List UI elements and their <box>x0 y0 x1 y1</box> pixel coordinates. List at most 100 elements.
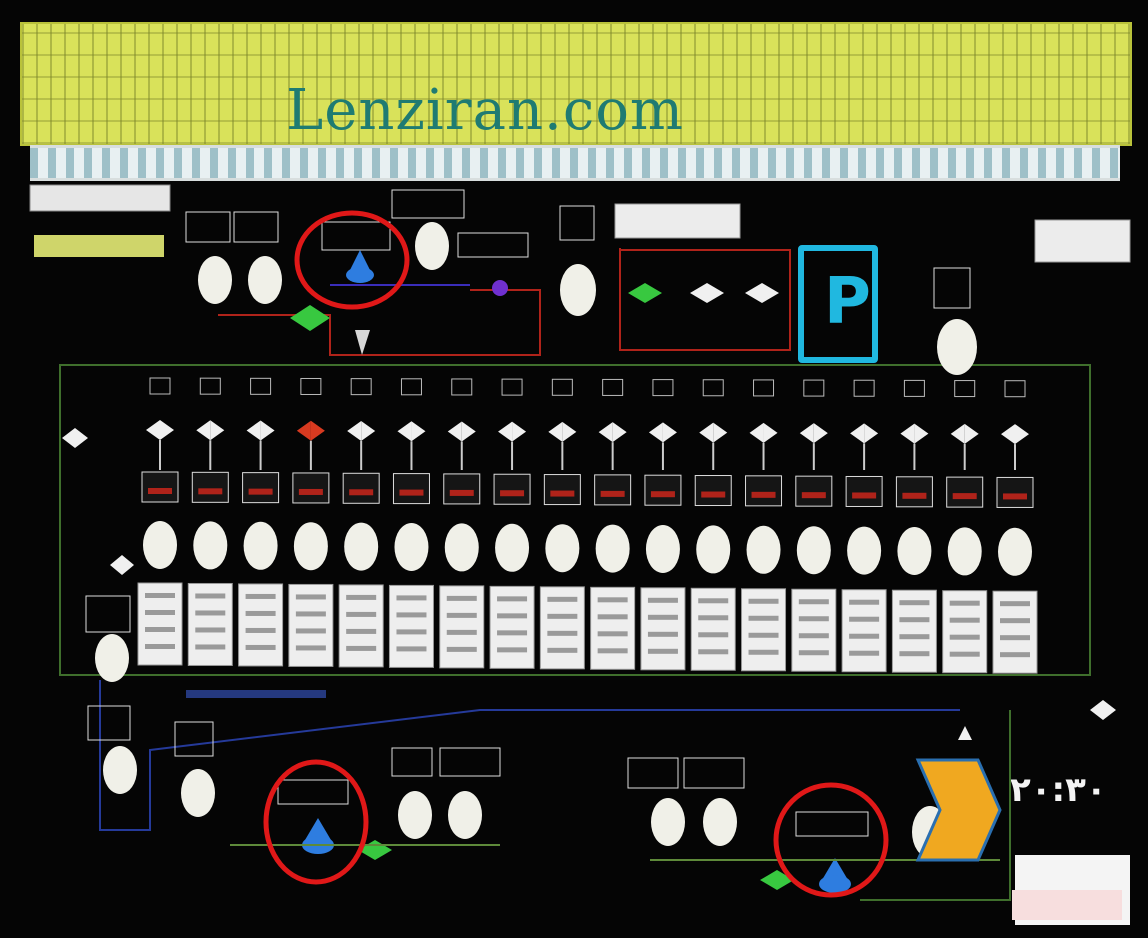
zone-readout-bar <box>148 488 172 494</box>
scada-screen: Lenziran.com P ۲۰:۳۰ <box>0 0 1148 938</box>
zone-readout-bar <box>399 489 424 496</box>
pressure-gauge <box>560 264 596 316</box>
zone-data-line <box>1000 652 1030 658</box>
pump-readout-box <box>795 811 869 837</box>
label-underline <box>186 690 326 698</box>
zone-readout-box <box>694 475 732 507</box>
readout-box <box>185 211 231 243</box>
pressure-gauge <box>703 798 737 846</box>
zone-data-line <box>295 611 326 617</box>
zone-pressure-gauge <box>243 521 278 570</box>
zone-data-line <box>446 595 477 601</box>
zone-tag-box <box>250 377 272 395</box>
zone-data-line <box>949 600 980 606</box>
pressure-gauge <box>181 769 215 817</box>
zone-data-line <box>547 647 578 653</box>
zone-valve-icon <box>1015 424 1029 445</box>
flow-arrow-icon <box>355 330 370 355</box>
zone-tag-box <box>853 379 875 397</box>
zone-data-line <box>295 645 326 651</box>
side-valve-icon <box>1090 700 1103 720</box>
header-valve-icon <box>745 283 762 303</box>
zone-tag-box <box>149 377 171 395</box>
zone-data-line <box>1000 601 1030 607</box>
zone-pressure-gauge <box>696 525 731 574</box>
green-valve-icon <box>290 305 310 331</box>
zone-valve-icon <box>512 421 527 442</box>
zone-data-line <box>798 599 829 605</box>
zone-readout-bar <box>650 491 675 498</box>
header-valve-icon <box>645 283 662 303</box>
zone-valve-icon <box>749 422 764 443</box>
pressure-gauge <box>103 746 137 794</box>
zone-valve-icon <box>347 420 362 441</box>
zone-data-line <box>1000 635 1030 641</box>
zone-tag-box <box>803 379 825 397</box>
zone-data-line <box>497 647 528 653</box>
side-valve-icon <box>1103 700 1116 720</box>
zone-data-line <box>446 612 477 618</box>
zone-data-line <box>748 649 779 655</box>
zone-data-line <box>547 596 578 602</box>
zone-pressure-gauge <box>495 523 530 572</box>
zone-pressure-gauge <box>595 524 630 573</box>
zone-readout-box <box>292 472 330 504</box>
zone-data-line <box>949 634 980 640</box>
zone-readout-bar <box>801 492 826 499</box>
zone-valve-icon <box>914 423 929 444</box>
zone-data-line <box>647 631 678 637</box>
zone-data-line <box>798 633 829 639</box>
zone-data-line <box>698 649 729 655</box>
zone-data-line <box>245 610 276 616</box>
pressure-gauge <box>415 222 449 270</box>
zone-data-line <box>798 616 829 622</box>
zone-tag-box <box>501 378 523 396</box>
zone-data-line <box>899 600 930 606</box>
zone-data-line <box>195 593 226 599</box>
zone-valve-icon <box>1001 424 1015 445</box>
zone-data-line <box>597 648 628 654</box>
pressure-gauge <box>398 791 432 839</box>
zone-valve-icon <box>548 421 563 442</box>
zone-readout-box <box>342 472 380 504</box>
zone-data-line <box>346 645 377 651</box>
zone-columns <box>137 377 1038 674</box>
zone-data-line <box>849 633 880 639</box>
pressure-gauge <box>651 798 685 846</box>
zone-pressure-gauge <box>394 523 429 571</box>
readout-box <box>933 267 971 309</box>
zone-valve-icon <box>246 420 261 441</box>
zone-valve-icon <box>648 422 663 443</box>
zone-data-line <box>497 613 528 619</box>
zone-valve-icon <box>210 420 225 441</box>
zone-valve-icon <box>310 420 325 441</box>
zone-data-line <box>597 631 628 637</box>
side-valve-icon <box>110 555 122 575</box>
panel-label-box <box>29 184 171 212</box>
zone-data-line <box>245 627 276 633</box>
zone-data-line <box>346 628 377 634</box>
zone-pressure-gauge <box>293 522 328 571</box>
pressure-gauge <box>248 256 282 304</box>
readout-box <box>391 189 465 219</box>
zone-data-line <box>849 650 880 656</box>
zone-data-line <box>497 596 528 602</box>
zone-valve-icon <box>562 421 577 442</box>
zone-pressure-gauge <box>444 523 479 572</box>
zone-data-line <box>849 599 880 605</box>
zone-data-line <box>396 612 427 618</box>
zone-tag-box <box>954 380 976 398</box>
zone-pressure-gauge <box>143 521 177 569</box>
side-valve-icon <box>75 428 88 448</box>
zone-data-line <box>748 615 779 621</box>
green-valve-icon <box>310 305 330 331</box>
zone-data-line <box>1000 618 1030 624</box>
zone-data-line <box>245 593 276 599</box>
zone-readout-bar <box>852 492 877 499</box>
readout-box <box>85 595 131 633</box>
zone-data-line <box>145 644 175 649</box>
zone-valve-icon <box>950 423 965 444</box>
zone-readout-bar <box>600 490 625 497</box>
readout-box <box>87 705 131 741</box>
readout-box <box>174 721 214 757</box>
